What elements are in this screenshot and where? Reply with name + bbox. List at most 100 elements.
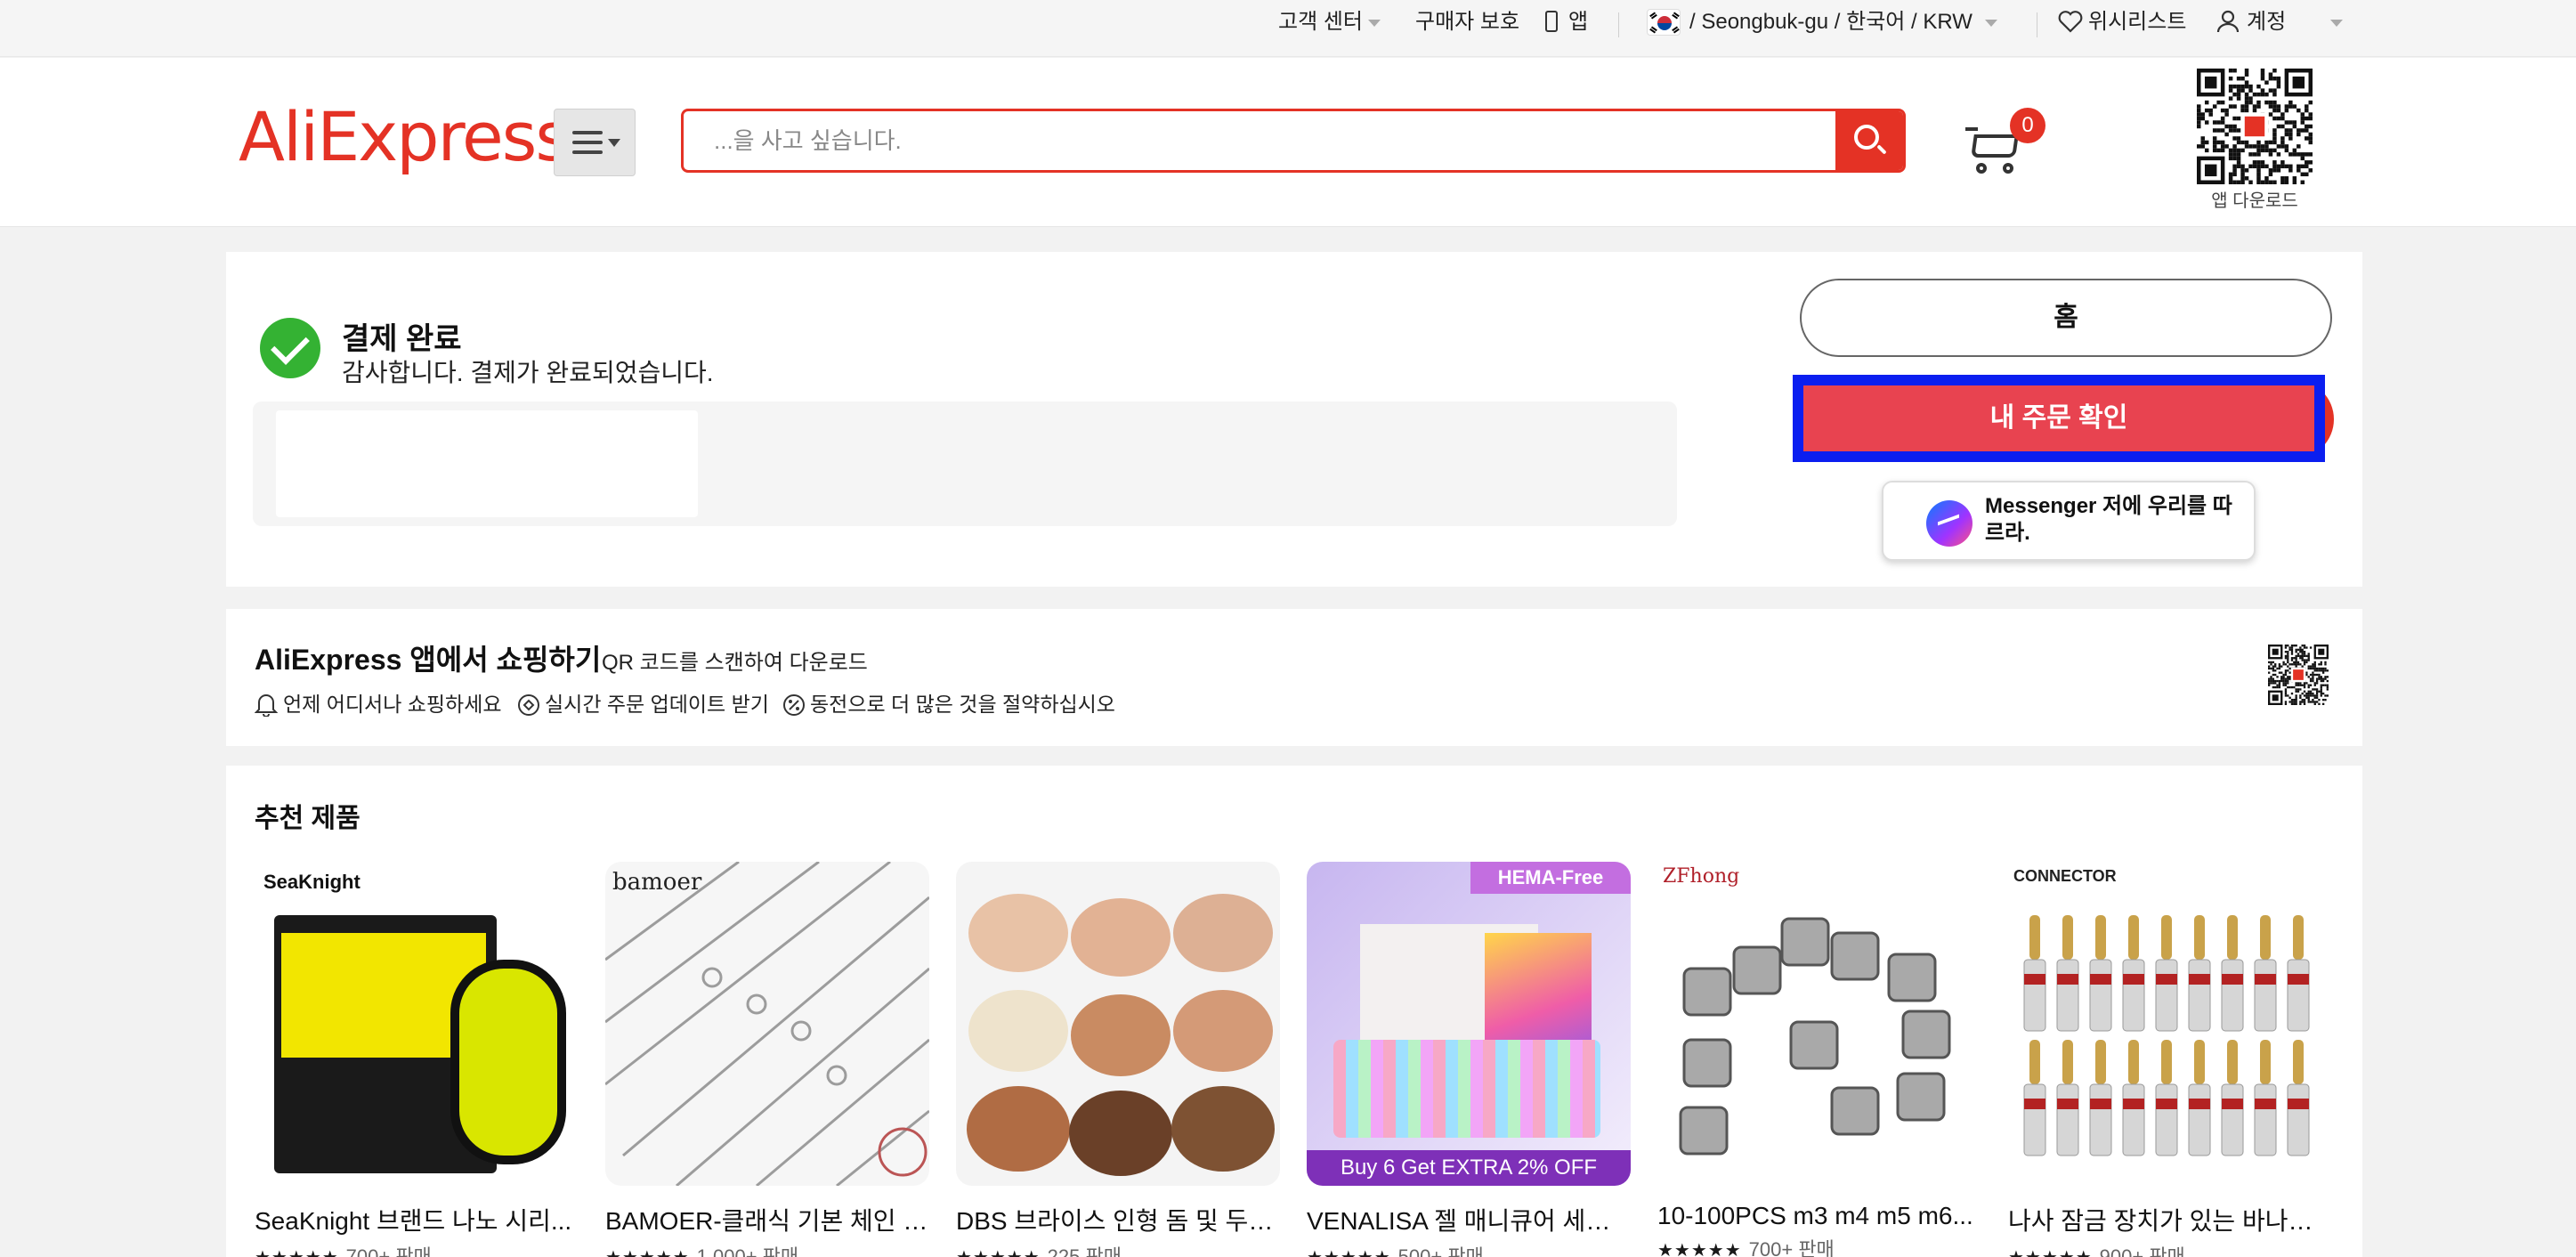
sold-count: 900+ 판매: [2099, 1245, 2185, 1257]
banana-plug-icon: CONNECTOR: [2008, 862, 2332, 1186]
search-input[interactable]: [684, 111, 1841, 170]
cart-wheel: [2003, 163, 2013, 174]
account-label: 계정: [2247, 10, 2287, 34]
customer-center-link[interactable]: 고객 센터: [1278, 9, 1381, 36]
logo-text: AliExpress: [239, 97, 571, 176]
update-icon: [518, 694, 539, 716]
dome-drawing: [967, 894, 1275, 1176]
view-orders-button-wrap: 내 주문 확인: [1793, 375, 2334, 462]
app-qr-code[interactable]: [2197, 69, 2313, 184]
hamburger-line: [572, 150, 603, 154]
feature-shop-anywhere: 언제 어디서나 쇼핑하세요: [254, 687, 502, 718]
rating-stars: ★★★★★: [2008, 1248, 2093, 1257]
product-name: VENALISA 젤 매니큐어 세트, ...: [1307, 1207, 1631, 1235]
product-promo-banner: Buy 6 Get EXTRA 2% OFF: [1307, 1150, 1631, 1186]
bell-icon: [254, 694, 279, 718]
rating-stars: ★★★★★: [1657, 1241, 1742, 1257]
product-name: DBS 브라이스 인형 돔 및 두피...: [956, 1207, 1280, 1235]
chevron-down-icon[interactable]: [2330, 20, 2343, 27]
product-meta: ★★★★★ 900+ 판매: [2008, 1241, 2332, 1257]
cart-wheel: [1976, 163, 1987, 174]
cart-basket: [1971, 134, 2019, 158]
product-card[interactable]: DBS 브라이스 인형 돔 및 두피... ★★★★★ 225 판매: [956, 862, 1280, 1257]
locale-label: / Seongbuk-gu / 한국어 / KRW: [1689, 10, 1973, 34]
app-link[interactable]: 앱: [1545, 9, 1588, 36]
chevron-down-icon: [608, 139, 620, 147]
locale-selector[interactable]: / Seongbuk-gu / 한국어 / KRW: [1689, 9, 1997, 36]
messenger-icon: [1926, 500, 1973, 547]
search-bar: [681, 109, 1906, 173]
cart-count-badge: 0: [2010, 108, 2045, 143]
fishing-line-icon: SeaKnight: [255, 862, 579, 1186]
product-meta: ★★★★★ 500+ 판매: [1307, 1241, 1631, 1257]
messenger-follow-button[interactable]: Messenger 저에 우리를 따르라.: [1882, 481, 2256, 561]
product-card[interactable]: bamoer BAMOER-클래식 기본 체인 1... ★★★★★ 1,000+…: [605, 862, 929, 1257]
cart-button[interactable]: 0: [1965, 108, 2045, 179]
feature-label: 실시간 주문 업데이트 받기: [545, 693, 769, 716]
feature-label: 동전으로 더 많은 것을 절약하십시오: [810, 693, 1115, 716]
account-link[interactable]: 계정: [2216, 9, 2286, 36]
recommended-title: 추천 제품: [255, 804, 360, 833]
product-brand-text: bamoer: [612, 869, 702, 896]
sold-count: 1,000+ 판매: [696, 1245, 799, 1257]
payment-complete-panel: 결제 완료 감사합니다. 결제가 완료되었습니다. 홈 내 주문 확인 Mess…: [226, 252, 2362, 587]
product-brand-text: SeaKnight: [263, 871, 360, 893]
product-card[interactable]: CONNECTOR 나사 잠금 장치가 있는 바나나 ... ★★★★★ 900+…: [2008, 862, 2332, 1257]
product-brand-text: HEMA-Free: [1470, 862, 1631, 894]
rating-stars: ★★★★★: [255, 1248, 339, 1257]
app-promo-title: AliExpress 앱에서 쇼핑하기: [255, 644, 602, 676]
payment-subtitle: 감사합니다. 결제가 완료되었습니다.: [342, 359, 714, 386]
silver-chain-icon: bamoer: [605, 862, 929, 1186]
korea-flag-icon: [1647, 9, 1681, 36]
divider: [1618, 12, 1619, 37]
category-menu-button[interactable]: [554, 109, 636, 176]
heart-icon: [2058, 11, 2083, 33]
phone-icon: [1545, 11, 1558, 32]
top-utility-bar: 고객 센터 구매자 보호 앱 / Seongbuk-gu / 한국어 / KRW…: [0, 0, 2576, 57]
product-name: 10-100PCS m3 m4 m5 m6...: [1657, 1202, 1973, 1229]
product-meta: ★★★★★ 1,000+ 판매: [605, 1241, 929, 1257]
product-card[interactable]: ZFhong 10-100PCS m3 m4 m5 m6... ★★★★★ 700…: [1657, 862, 1981, 1257]
checkmark-icon: [260, 318, 320, 378]
user-icon: [2216, 10, 2240, 33]
t-nut-drawing: [1679, 917, 1951, 1156]
banana-plug-drawing: [2023, 915, 2310, 1156]
chevron-down-icon: [1984, 19, 1997, 27]
feature-label: 언제 어디서나 쇼핑하세요: [283, 693, 502, 716]
hamburger-line: [572, 141, 603, 144]
product-meta: ★★★★★ 700+ 판매: [1657, 1234, 1981, 1257]
app-download-label: 앱 다운로드: [2211, 191, 2298, 211]
product-brand-text: ZFhong: [1663, 865, 1740, 888]
rating-stars: ★★★★★: [605, 1248, 690, 1257]
search-button[interactable]: [1835, 111, 1903, 170]
buyer-protection-link[interactable]: 구매자 보호: [1415, 9, 1519, 36]
sold-count: 225 판매: [1047, 1245, 1122, 1257]
product-name: BAMOER-클래식 기본 체인 1...: [605, 1207, 929, 1235]
recommended-products-section: 추천 제품 SeaKnight SeaKnight 브랜드 나노 시리... ★…: [226, 766, 2362, 1257]
search-icon: [1854, 125, 1879, 150]
view-orders-button[interactable]: 내 주문 확인: [1793, 375, 2325, 462]
home-button[interactable]: 홈: [1800, 279, 2332, 357]
payment-title: 결제 완료: [342, 322, 462, 356]
wishlist-link[interactable]: 위시리스트: [2058, 9, 2186, 36]
product-brand-text: CONNECTOR: [2013, 867, 2117, 885]
discount-icon: [783, 694, 805, 716]
app-promo-subtitle: QR 코드를 스캔하여 다운로드: [602, 651, 868, 675]
sold-count: 500+ 판매: [1397, 1245, 1484, 1257]
rating-stars: ★★★★★: [1307, 1248, 1391, 1257]
wishlist-label: 위시리스트: [2088, 10, 2187, 34]
aliexpress-logo[interactable]: AliExpress™: [239, 97, 581, 177]
product-name: SeaKnight 브랜드 나노 시리...: [255, 1207, 572, 1235]
sold-count: 700+ 판매: [1748, 1238, 1835, 1257]
product-card[interactable]: HEMA-Free Buy 6 Get EXTRA 2% OFF VENALIS…: [1307, 862, 1631, 1257]
app-qr-code-small[interactable]: [2268, 645, 2329, 705]
t-nut-icon: ZFhong: [1657, 862, 1981, 1186]
doll-dome-icon: [956, 862, 1280, 1186]
feature-order-updates: 실시간 주문 업데이트 받기: [518, 687, 769, 718]
sold-count: 700+ 판매: [345, 1245, 432, 1257]
order-summary-box: [253, 401, 1677, 526]
polish-bottles: [1333, 1040, 1600, 1138]
app-promo-banner: AliExpress 앱에서 쇼핑하기 QR 코드를 스캔하여 다운로드 언제 …: [226, 609, 2362, 746]
product-card[interactable]: SeaKnight SeaKnight 브랜드 나노 시리... ★★★★★ 70…: [255, 862, 579, 1257]
customer-center-label: 고객 센터: [1278, 10, 1363, 34]
